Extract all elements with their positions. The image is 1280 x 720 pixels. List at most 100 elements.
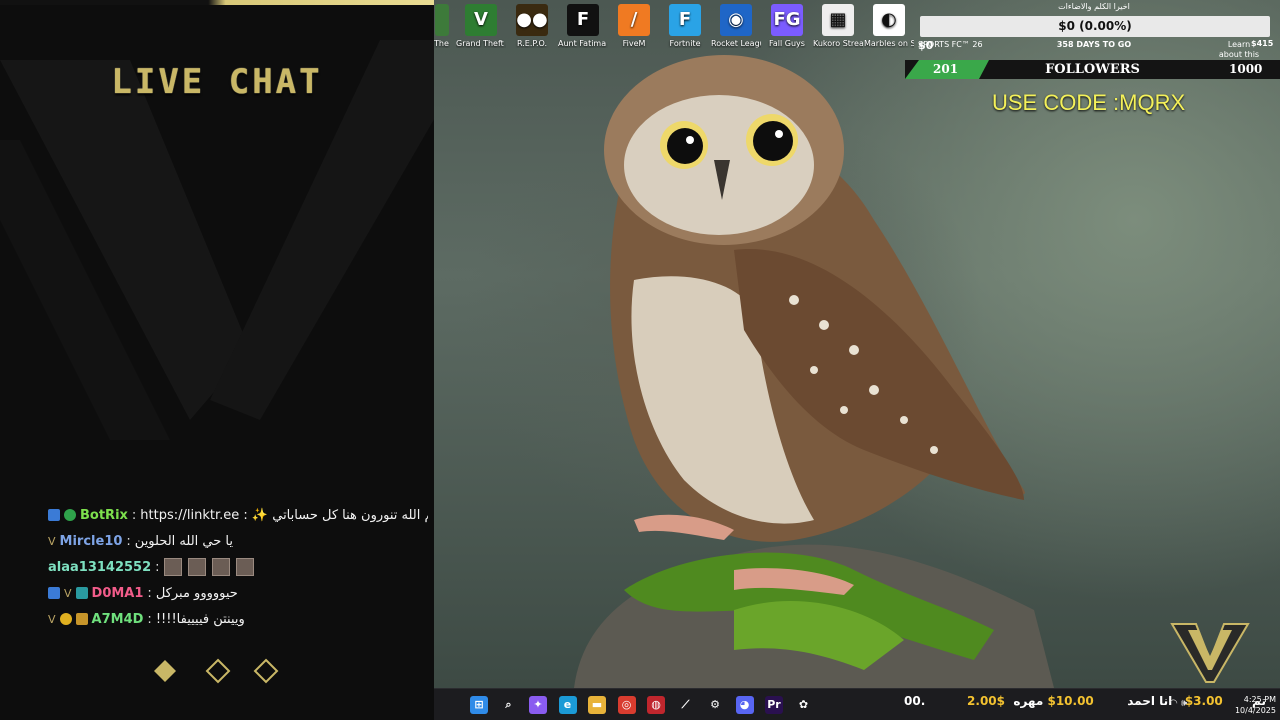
chat-message-text: ويينتن فييييفا!!!! — [155, 611, 245, 627]
chat-username[interactable]: D0MA1 — [92, 586, 144, 601]
desktop-shortcut[interactable]: ●● R.E.P.O. — [507, 4, 557, 48]
live-chat-panel: LIVE CHAT BotRix:حياكم الله تنورون هنا ك… — [0, 0, 434, 720]
desktop-shortcut-label: R.E.P.O. — [516, 39, 548, 48]
ticker-item: مهره — [1013, 694, 1044, 708]
chat-message-text: يا حي الله الحلوين — [134, 533, 233, 549]
ticker-item: انا احمد — [1127, 694, 1173, 708]
emote-icon — [235, 558, 254, 576]
v-badge-icon: V — [48, 612, 56, 626]
green-badge-icon — [64, 509, 76, 521]
ticker-amount: 10.00$ — [1047, 694, 1094, 708]
goal-amount: $0 (0.00%) — [1058, 19, 1132, 33]
grand-theft-auto-icon: V — [465, 4, 497, 36]
chat-message: V D0MA1: حيووووو مبركل — [48, 580, 428, 606]
v-badge-icon: V — [64, 586, 72, 600]
copilot-icon[interactable]: ✦ — [529, 696, 547, 714]
app-bee-icon[interactable]: ✿ — [795, 696, 813, 714]
volume-icon[interactable]: 🕪 — [1181, 698, 1187, 709]
diamond-outline-icon — [253, 658, 279, 684]
yellow-badge-icon — [59, 613, 72, 625]
chat-separator: : — [147, 611, 152, 627]
chat-username[interactable]: alaa13142552 — [48, 560, 151, 575]
diamond-outline-icon — [205, 658, 231, 684]
live-chat-title: LIVE CHAT — [111, 62, 323, 102]
followers-goal-count: 1000 — [1229, 62, 1263, 76]
settings-icon[interactable]: ⚙ — [706, 696, 724, 714]
channel-logo-watermark — [1170, 623, 1250, 683]
desktop-shortcut[interactable]: / FiveM — [609, 4, 659, 48]
followers-label: FOLLOWERS — [1045, 62, 1140, 77]
kukoro-icon: ▦ — [822, 4, 854, 36]
desktop-shortcut[interactable]: ◉ Rocket League ® — [711, 4, 761, 48]
chat-separator: : — [131, 507, 137, 523]
followers-goal-bar: 201 FOLLOWERS 1000 — [905, 60, 1280, 79]
blue-badge-icon — [48, 587, 60, 599]
chat-message-list: BotRix:حياكم الله تنورون هنا كل حساباتي … — [48, 502, 428, 632]
desktop-shortcut[interactable]: F Fortnite — [660, 4, 710, 48]
desktop-shortcut[interactable]: ▦ Kukoro Stream ch... — [813, 4, 863, 48]
emote-icon — [187, 558, 206, 576]
gold-badge-icon — [75, 613, 88, 625]
followers-current-count: 201 — [933, 62, 959, 76]
chrome-icon[interactable]: ◎ — [617, 696, 636, 714]
app-arrow-icon[interactable]: ⟋ — [677, 696, 695, 714]
emote-icon — [163, 558, 182, 576]
clock-date: 10/4/2025 — [1234, 706, 1276, 715]
search-icon[interactable]: ⌕ — [500, 696, 518, 714]
chat-username[interactable]: BotRix — [80, 508, 128, 523]
discord-icon[interactable]: ◕ — [735, 696, 754, 714]
desktop-shortcut-label: Fortnite — [669, 39, 701, 48]
teal-badge-icon — [75, 587, 88, 599]
desktop-shortcut[interactable]: FG Fall Guys — [762, 4, 812, 48]
app-red-icon[interactable]: ◍ — [647, 696, 665, 714]
fall-guys-icon: FG — [771, 4, 803, 36]
chat-separator: : — [126, 533, 131, 549]
desktop-shortcut-label: Rocket League ® — [711, 39, 761, 48]
desktop-shortcut-label: Aunt Fatima خالة فاطمة — [558, 39, 608, 48]
ticker-amount: 2.00$ — [967, 694, 1006, 708]
edge-icon[interactable]: e — [558, 696, 577, 714]
desktop-shortcut[interactable]: V Grand Theft Auto V Le... — [456, 4, 506, 48]
chat-message: V Mircle10: يا حي الله الحلوين — [48, 528, 428, 554]
donation-ticker: 00. 2.00$ تم 3.00$ انا احمد 10.00$ مهره — [904, 694, 1266, 708]
desktop-shortcut[interactable]: ◐ Marbles on Stream — [864, 4, 914, 48]
goal-progress-bar: $0 (0.00%) — [920, 16, 1270, 37]
ticker-item: 00. — [904, 694, 926, 708]
aunt-fatima-icon: F — [567, 4, 599, 36]
chat-emotes — [163, 558, 260, 576]
partial-desktop-icon[interactable]: The s — [434, 4, 450, 48]
desktop-shortcut-label: FiveM — [622, 39, 646, 48]
desktop-shortcut[interactable]: F Aunt Fatima خالة فاطمة — [558, 4, 608, 48]
partial-app-icon — [435, 4, 449, 36]
wifi-icon[interactable]: ◠ — [1169, 698, 1178, 709]
clock-time: 4:25 PM — [1243, 695, 1276, 704]
windows-start-icon[interactable]: ⊞ — [470, 696, 488, 714]
ticker-amount: 3.00$ — [1184, 694, 1223, 708]
chat-username[interactable]: A7M4D — [92, 612, 144, 627]
chat-top-accent-bar — [0, 0, 434, 5]
chat-message: V A7M4D: ويينتن فييييفا!!!! — [48, 606, 428, 632]
chat-message-text: حياكم الله تنورون هنا كل حساباتي ✨ : htt… — [140, 507, 428, 523]
goal-title: اخيرا الكلم والاضاءات — [1058, 2, 1130, 11]
premiere-icon[interactable]: Pr — [765, 696, 783, 714]
desktop-shortcut-label: Grand Theft Auto V Le... — [456, 39, 506, 48]
rocket-league-icon: ◉ — [720, 4, 752, 36]
system-tray[interactable]: ◠ 🕪 — [1169, 698, 1187, 709]
desktop-shortcut-label: Kukoro Stream ch... — [813, 39, 863, 48]
chat-diamond-decoration — [154, 658, 279, 684]
chat-message: alaa13142552: — [48, 554, 428, 580]
chat-message: BotRix:حياكم الله تنورون هنا كل حساباتي … — [48, 502, 428, 528]
blue-badge-icon — [48, 509, 60, 521]
file-explorer-icon[interactable]: ▬ — [588, 696, 606, 714]
owl-wallpaper-image — [574, 55, 1054, 688]
marbles-icon: ◐ — [873, 4, 905, 36]
taskbar-clock[interactable]: 4:25 PM 10/4/2025 — [1220, 694, 1276, 716]
windows-taskbar: ⊞ ⌕ ✦ e ▬ ◎ ◍ ⟋ ⚙ ◕ Pr ✿ 00. 2.00$ تم 3.00$ انا احم… — [434, 688, 1280, 720]
chat-username[interactable]: Mircle10 — [60, 534, 123, 549]
emote-icon — [211, 558, 230, 576]
fivem-icon: / — [618, 4, 650, 36]
chat-message-text: حيووووو مبركل — [155, 585, 238, 601]
repo-icon: ●● — [516, 4, 548, 36]
fortnite-icon: F — [669, 4, 701, 36]
chat-separator: : — [155, 559, 160, 575]
